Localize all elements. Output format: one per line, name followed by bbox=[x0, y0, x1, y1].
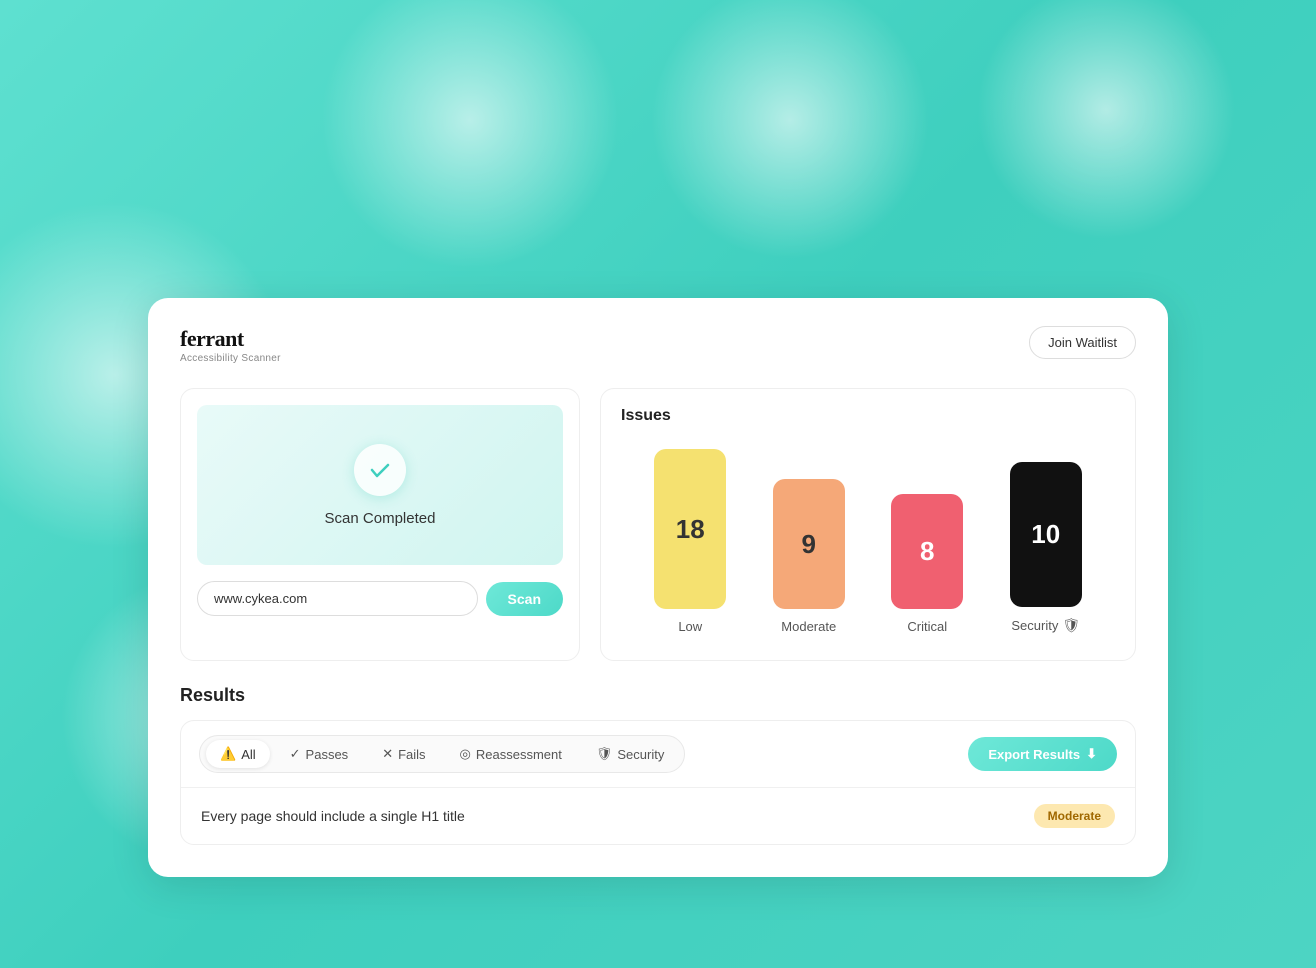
check-icon bbox=[368, 458, 392, 482]
results-title: Results bbox=[180, 685, 1136, 706]
shield-tab-icon: 🛡 bbox=[596, 746, 613, 762]
x-circle-icon: ✕ bbox=[382, 746, 393, 762]
download-icon: ⬇ bbox=[1086, 746, 1097, 762]
bar-label-security: Security 🛡 bbox=[1011, 617, 1080, 634]
logo-area: ferrant Accessibility Scanner bbox=[180, 326, 281, 364]
checkmark-circle bbox=[354, 444, 406, 496]
results-card: ⚠️ All ✓ Passes ✕ Fails ◎ Reassessment bbox=[180, 720, 1136, 845]
logo-text: ferrant bbox=[180, 326, 281, 352]
left-panel: Scan Completed Scan bbox=[180, 388, 580, 661]
bar-item-critical: 8 Critical bbox=[891, 494, 963, 634]
filter-row: ⚠️ All ✓ Passes ✕ Fails ◎ Reassessment bbox=[181, 721, 1135, 788]
shield-icon: 🛡 bbox=[1062, 617, 1080, 634]
result-text: Every page should include a single H1 ti… bbox=[201, 808, 465, 824]
join-waitlist-button[interactable]: Join Waitlist bbox=[1029, 326, 1136, 359]
bar-moderate: 9 bbox=[773, 479, 845, 609]
tab-passes[interactable]: ✓ Passes bbox=[276, 740, 363, 768]
bar-item-low: 18 Low bbox=[654, 449, 726, 634]
bar-low: 18 bbox=[654, 449, 726, 609]
header: ferrant Accessibility Scanner Join Waitl… bbox=[180, 326, 1136, 364]
content-row: Scan Completed Scan Issues 18 Low 9 bbox=[180, 388, 1136, 661]
bar-label-low: Low bbox=[678, 619, 702, 634]
tab-security[interactable]: 🛡 Security bbox=[582, 740, 678, 768]
warning-icon: ⚠️ bbox=[220, 746, 236, 762]
bar-item-security: 10 Security 🛡 bbox=[1010, 462, 1082, 634]
scan-button[interactable]: Scan bbox=[486, 582, 563, 616]
main-card: ferrant Accessibility Scanner Join Waitl… bbox=[148, 298, 1168, 877]
scan-completed-text: Scan Completed bbox=[325, 510, 436, 527]
results-section: Results ⚠️ All ✓ Passes ✕ Fails bbox=[180, 685, 1136, 845]
bar-security: 10 bbox=[1010, 462, 1082, 607]
bar-item-moderate: 9 Moderate bbox=[773, 479, 845, 634]
export-results-button[interactable]: Export Results ⬇ bbox=[968, 737, 1117, 771]
url-input[interactable] bbox=[197, 581, 478, 616]
url-row: Scan bbox=[197, 581, 563, 616]
check-circle-icon: ✓ bbox=[290, 746, 301, 762]
bars-row: 18 Low 9 Moderate 8 Critical bbox=[621, 441, 1115, 642]
issues-title: Issues bbox=[621, 407, 1115, 425]
scan-area: Scan Completed bbox=[197, 405, 563, 565]
filter-tabs: ⚠️ All ✓ Passes ✕ Fails ◎ Reassessment bbox=[199, 735, 685, 773]
tab-fails[interactable]: ✕ Fails bbox=[368, 740, 439, 768]
glow-1 bbox=[320, 0, 620, 270]
issues-panel: Issues 18 Low 9 Moderate 8 bbox=[600, 388, 1136, 661]
bar-label-critical: Critical bbox=[907, 619, 947, 634]
glow-3 bbox=[976, 0, 1236, 240]
bar-label-moderate: Moderate bbox=[781, 619, 836, 634]
tab-reassessment[interactable]: ◎ Reassessment bbox=[446, 740, 576, 768]
status-badge: Moderate bbox=[1034, 804, 1115, 828]
glow-2 bbox=[650, 0, 930, 260]
logo-subtitle: Accessibility Scanner bbox=[180, 353, 281, 364]
tab-all[interactable]: ⚠️ All bbox=[206, 740, 270, 768]
bar-critical: 8 bbox=[891, 494, 963, 609]
result-row: Every page should include a single H1 ti… bbox=[181, 788, 1135, 844]
reassessment-icon: ◎ bbox=[460, 746, 471, 762]
